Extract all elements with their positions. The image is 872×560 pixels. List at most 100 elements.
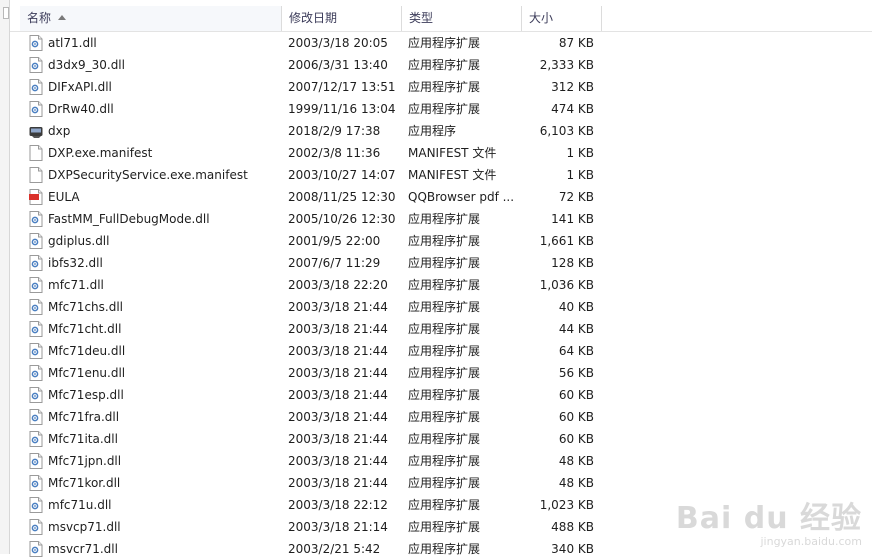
- file-modified-date: 2003/3/18 21:44: [288, 454, 388, 468]
- file-type: 应用程序扩展: [408, 520, 481, 534]
- sort-ascending-icon: [58, 15, 67, 20]
- file-row[interactable]: DIFxAPI.dll 2007/12/17 13:51 应用程序扩展 312 KB: [10, 76, 872, 98]
- column-header-type[interactable]: 类型: [402, 6, 522, 31]
- file-type: 应用程序扩展: [408, 476, 481, 490]
- file-modified-date: 2003/3/18 21:44: [288, 410, 388, 424]
- file-type: 应用程序扩展: [408, 454, 481, 468]
- file-row[interactable]: DXPSecurityService.exe.manifest 2003/10/2…: [10, 164, 872, 186]
- file-row[interactable]: Mfc71deu.dll 2003/3/18 21:44 应用程序扩展 64 KB: [10, 340, 872, 362]
- file-size: 72 KB: [558, 190, 594, 204]
- column-header-name-label: 名称: [27, 11, 52, 25]
- file-row[interactable]: EULA 2008/11/25 12:30 QQBrowser pdf ... 72 …: [10, 186, 872, 208]
- file-size: 87 KB: [558, 36, 594, 50]
- file-modified-date: 2003/2/21 5:42: [288, 542, 381, 556]
- dll-file-icon: [28, 296, 44, 318]
- file-type: MANIFEST 文件: [408, 146, 497, 160]
- file-modified-date: 2003/3/18 21:44: [288, 366, 388, 380]
- dll-file-icon: [28, 98, 44, 120]
- file-size: 1,036 KB: [539, 278, 594, 292]
- file-type: 应用程序扩展: [408, 498, 481, 512]
- file-row[interactable]: Mfc71ita.dll 2003/3/18 21:44 应用程序扩展 60 KB: [10, 428, 872, 450]
- pdf-file-icon: [28, 186, 44, 208]
- file-size: 1 KB: [566, 146, 594, 160]
- dll-file-icon: [28, 54, 44, 76]
- file-row[interactable]: Mfc71enu.dll 2003/3/18 21:44 应用程序扩展 56 KB: [10, 362, 872, 384]
- file-name: Mfc71ita.dll: [48, 432, 118, 446]
- file-row[interactable]: Mfc71esp.dll 2003/3/18 21:44 应用程序扩展 60 KB: [10, 384, 872, 406]
- column-header-size[interactable]: 大小: [522, 6, 602, 31]
- file-modified-date: 2003/3/18 20:05: [288, 36, 388, 50]
- collapse-handle[interactable]: [3, 7, 9, 19]
- file-row[interactable]: Mfc71chs.dll 2003/3/18 21:44 应用程序扩展 40 KB: [10, 296, 872, 318]
- file-size: 60 KB: [558, 432, 594, 446]
- file-size: 56 KB: [558, 366, 594, 380]
- file-modified-date: 2003/10/27 14:07: [288, 168, 396, 182]
- file-size: 1,023 KB: [539, 498, 594, 512]
- file-row[interactable]: gdiplus.dll 2001/9/5 22:00 应用程序扩展 1,661 KB: [10, 230, 872, 252]
- file-name: Mfc71fra.dll: [48, 410, 120, 424]
- file-modified-date: 1999/11/16 13:04: [288, 102, 396, 116]
- file-type: 应用程序扩展: [408, 234, 481, 248]
- dll-file-icon: [28, 318, 44, 340]
- column-header-name[interactable]: 名称: [20, 6, 282, 31]
- file-type: QQBrowser pdf ...: [408, 190, 515, 204]
- file-size: 1 KB: [566, 168, 594, 182]
- file-type: 应用程序: [408, 124, 457, 138]
- file-modified-date: 2006/3/31 13:40: [288, 58, 388, 72]
- file-row[interactable]: msvcp71.dll 2003/3/18 21:14 应用程序扩展 488 KB: [10, 516, 872, 538]
- dll-file-icon: [28, 274, 44, 296]
- file-type: 应用程序扩展: [408, 388, 481, 402]
- file-modified-date: 2003/3/18 21:44: [288, 476, 388, 490]
- file-row[interactable]: dxp 2018/2/9 17:38 应用程序 6,103 KB: [10, 120, 872, 142]
- file-row[interactable]: mfc71u.dll 2003/3/18 22:12 应用程序扩展 1,023 KB: [10, 494, 872, 516]
- dll-file-icon: [28, 450, 44, 472]
- file-row[interactable]: Mfc71jpn.dll 2003/3/18 21:44 应用程序扩展 48 KB: [10, 450, 872, 472]
- file-size: 64 KB: [558, 344, 594, 358]
- dll-file-icon: [28, 252, 44, 274]
- file-modified-date: 2003/3/18 21:44: [288, 388, 388, 402]
- file-size: 312 KB: [551, 80, 594, 94]
- file-row[interactable]: FastMM_FullDebugMode.dll 2005/10/26 12:30…: [10, 208, 872, 230]
- file-rows: atl71.dll 2003/3/18 20:05 应用程序扩展 87 KB d3dx9…: [10, 32, 872, 560]
- dll-file-icon: [28, 516, 44, 538]
- file-name: FastMM_FullDebugMode.dll: [48, 212, 210, 226]
- dll-file-icon: [28, 538, 44, 560]
- file-type: 应用程序扩展: [408, 432, 481, 446]
- file-size: 60 KB: [558, 388, 594, 402]
- file-modified-date: 2003/3/18 22:12: [288, 498, 388, 512]
- file-size: 1,661 KB: [539, 234, 594, 248]
- file-row[interactable]: ibfs32.dll 2007/6/7 11:29 应用程序扩展 128 KB: [10, 252, 872, 274]
- file-modified-date: 2003/3/18 21:44: [288, 300, 388, 314]
- file-row[interactable]: d3dx9_30.dll 2006/3/31 13:40 应用程序扩展 2,333 K…: [10, 54, 872, 76]
- application-icon: [28, 120, 44, 142]
- file-row[interactable]: Mfc71cht.dll 2003/3/18 21:44 应用程序扩展 44 KB: [10, 318, 872, 340]
- file-row[interactable]: DXP.exe.manifest 2002/3/8 11:36 MANIFEST 文…: [10, 142, 872, 164]
- file-name: msvcr71.dll: [48, 542, 118, 556]
- dll-file-icon: [28, 362, 44, 384]
- file-row[interactable]: mfc71.dll 2003/3/18 22:20 应用程序扩展 1,036 KB: [10, 274, 872, 296]
- file-modified-date: 2007/6/7 11:29: [288, 256, 381, 270]
- file-row[interactable]: Mfc71fra.dll 2003/3/18 21:44 应用程序扩展 60 KB: [10, 406, 872, 428]
- dll-file-icon: [28, 230, 44, 252]
- file-modified-date: 2003/3/18 22:20: [288, 278, 388, 292]
- file-name: gdiplus.dll: [48, 234, 110, 248]
- file-name: d3dx9_30.dll: [48, 58, 125, 72]
- file-size: 474 KB: [551, 102, 594, 116]
- file-type: 应用程序扩展: [408, 256, 481, 270]
- file-row[interactable]: atl71.dll 2003/3/18 20:05 应用程序扩展 87 KB: [10, 32, 872, 54]
- dll-file-icon: [28, 76, 44, 98]
- file-size: 6,103 KB: [539, 124, 594, 138]
- file-size: 60 KB: [558, 410, 594, 424]
- column-header-date[interactable]: 修改日期: [282, 6, 402, 31]
- file-modified-date: 2018/2/9 17:38: [288, 124, 381, 138]
- file-row[interactable]: msvcr71.dll 2003/2/21 5:42 应用程序扩展 340 KB: [10, 538, 872, 560]
- file-modified-date: 2002/3/8 11:36: [288, 146, 381, 160]
- dll-file-icon: [28, 428, 44, 450]
- file-type: 应用程序扩展: [408, 410, 481, 424]
- file-size: 128 KB: [551, 256, 594, 270]
- file-name: DXP.exe.manifest: [48, 146, 153, 160]
- file-row[interactable]: Mfc71kor.dll 2003/3/18 21:44 应用程序扩展 48 KB: [10, 472, 872, 494]
- file-row[interactable]: DrRw40.dll 1999/11/16 13:04 应用程序扩展 474 KB: [10, 98, 872, 120]
- file-type: 应用程序扩展: [408, 102, 481, 116]
- file-name: EULA: [48, 190, 80, 204]
